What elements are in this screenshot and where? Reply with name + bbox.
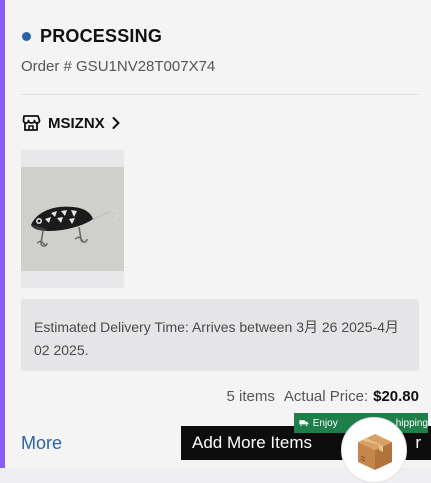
chevron-right-icon (112, 117, 120, 129)
truck-icon (299, 420, 309, 427)
store-link[interactable]: MSIZNX (21, 113, 121, 133)
promo-text-tail: hipping (395, 417, 428, 429)
estimated-delivery-box: Estimated Delivery Time: Arrives between… (21, 299, 419, 371)
product-thumbnail[interactable] (21, 150, 124, 288)
product-image (21, 167, 124, 271)
status-label: PROCESSING (40, 26, 163, 46)
store-icon (22, 115, 41, 131)
item-count: 5 items (226, 388, 275, 405)
status-dot-icon (22, 32, 31, 41)
order-summary: 5 items Actual Price: $20.80 (227, 388, 419, 405)
divider (21, 94, 419, 95)
fishing-lure-illustration (21, 167, 124, 271)
add-more-items-label-tail: r (415, 433, 421, 452)
estimated-delivery-text: Estimated Delivery Time: Arrives between… (34, 319, 399, 358)
order-number: Order # GSU1NV28T007X74 (21, 58, 216, 75)
more-link[interactable]: More (21, 433, 62, 454)
promo-text: Enjoy (312, 417, 338, 429)
store-name: MSIZNX (48, 114, 105, 132)
package-bubble-button[interactable] (341, 417, 407, 483)
package-box-icon (358, 434, 392, 470)
actual-price-value: $20.80 (373, 388, 419, 405)
actual-price-label: Actual Price: (283, 388, 369, 405)
order-status: PROCESSING (22, 26, 162, 47)
add-more-items-label: Add More Items (192, 433, 312, 452)
order-card: PROCESSING Order # GSU1NV28T007X74 MSIZN… (5, 0, 431, 483)
